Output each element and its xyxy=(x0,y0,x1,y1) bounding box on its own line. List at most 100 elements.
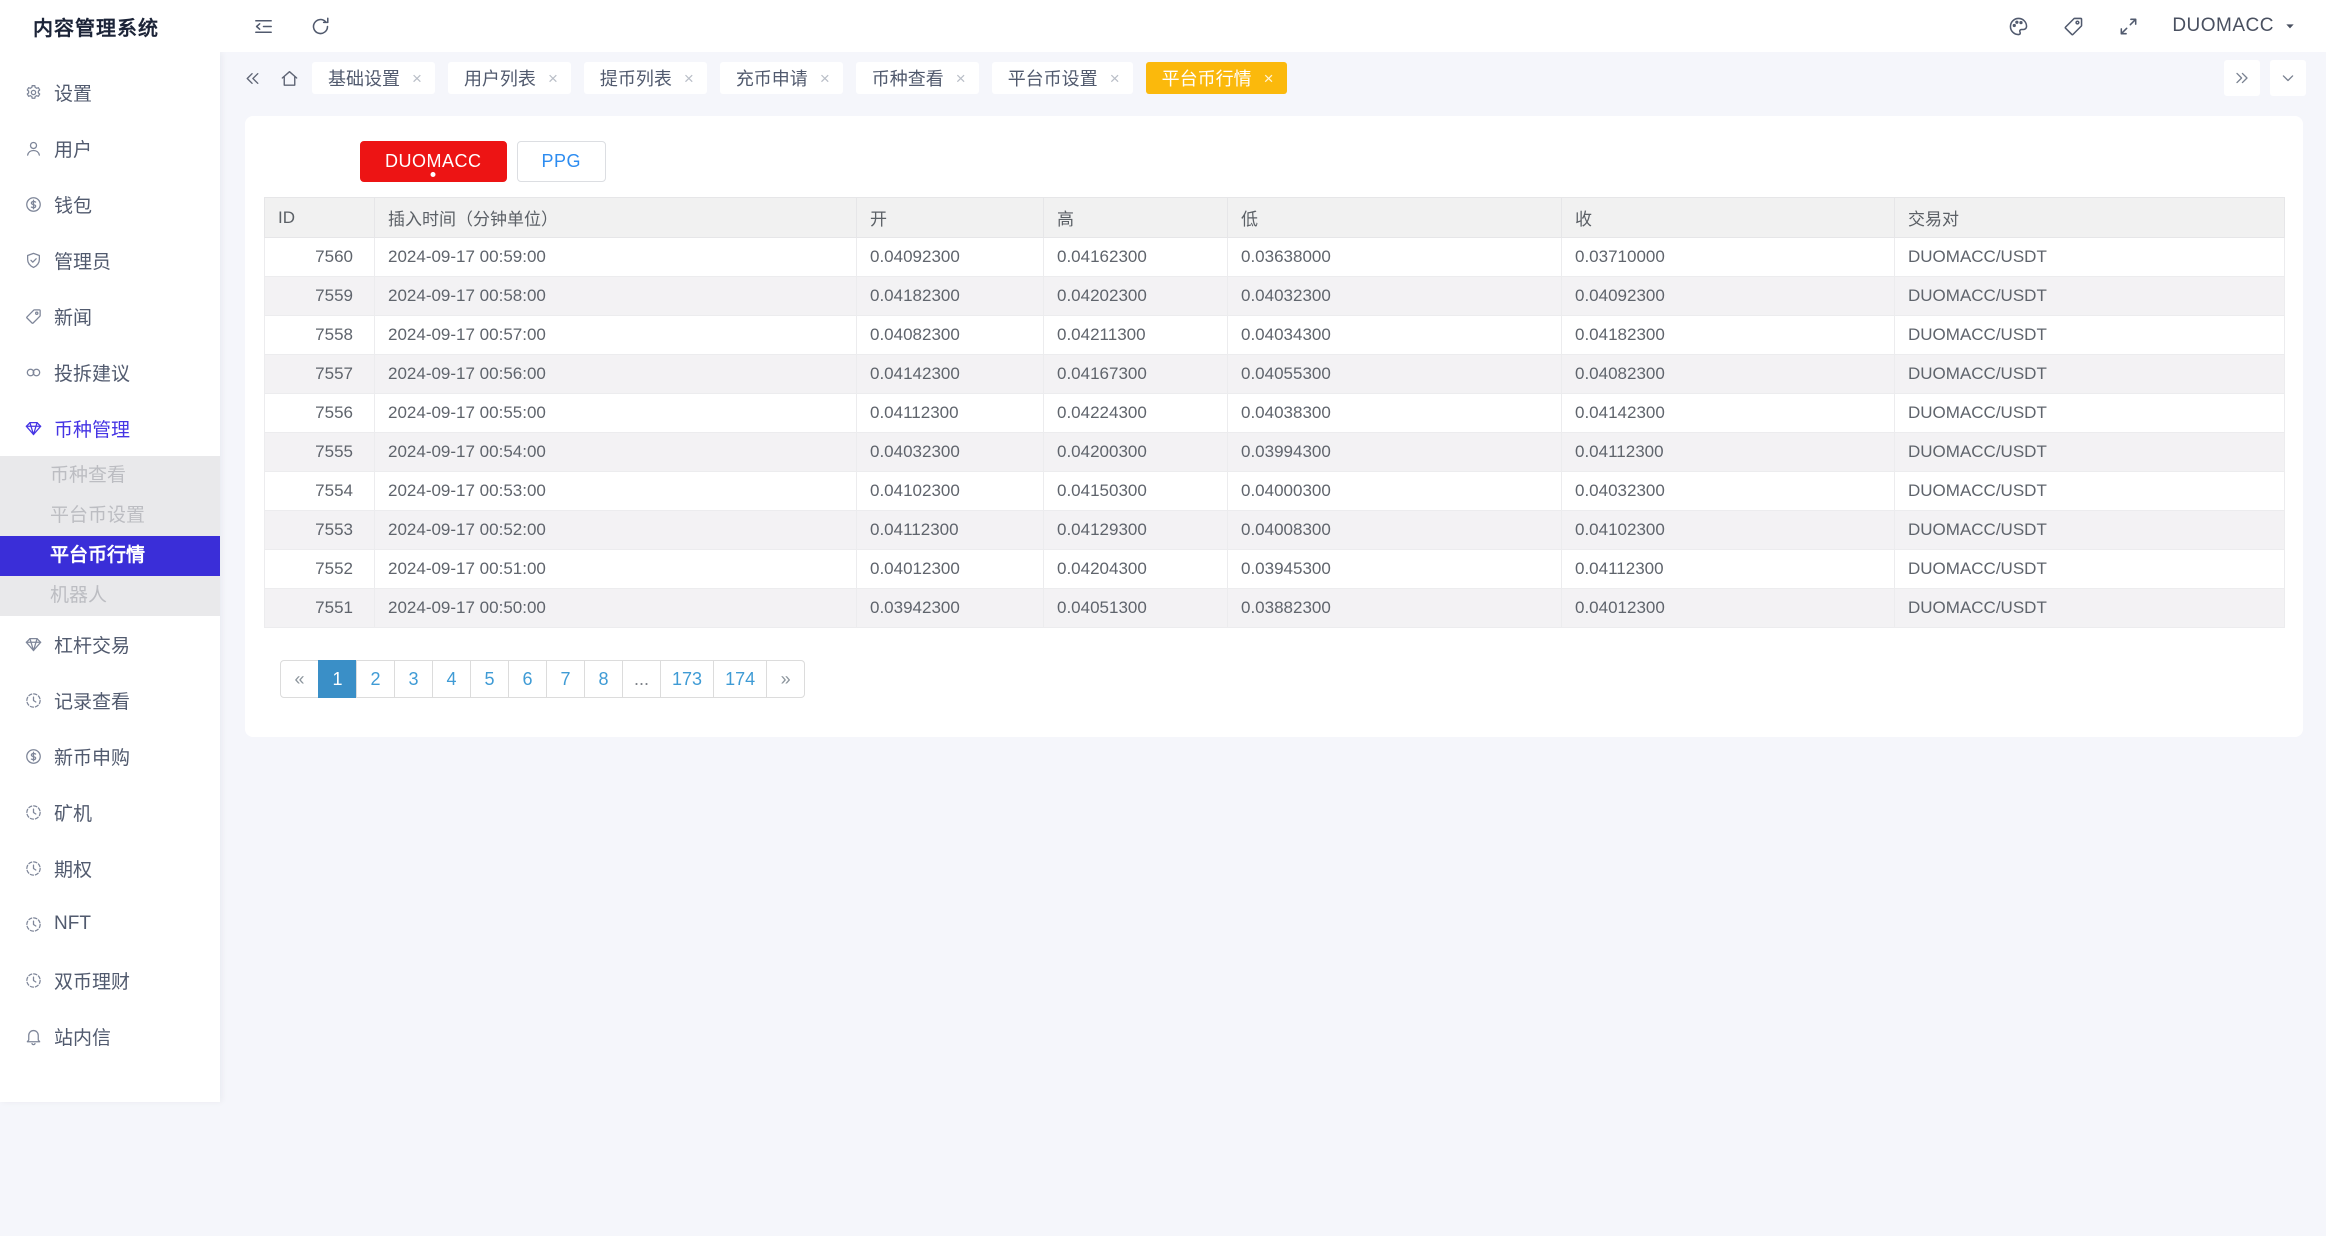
sidebar-subitem[interactable]: 平台币设置 xyxy=(0,496,220,536)
table-cell: DUOMACC/USDT xyxy=(1895,550,2285,589)
tab-item[interactable]: 用户列表× xyxy=(448,62,571,94)
fullscreen-icon[interactable] xyxy=(2117,15,2140,38)
table-cell: 7556 xyxy=(265,394,375,433)
menu-collapse-icon[interactable] xyxy=(252,15,275,38)
sidebar-subitem[interactable]: 平台币行情 xyxy=(0,536,220,576)
table-cell: 0.04032300 xyxy=(1562,472,1895,511)
close-icon[interactable]: × xyxy=(548,70,558,87)
topbar-right: DUOMACC xyxy=(2007,15,2298,38)
sidebar-item[interactable]: 期权 xyxy=(0,840,220,896)
tab-label: 币种查看 xyxy=(872,65,944,91)
table-cell: 2024-09-17 00:57:00 xyxy=(375,316,857,355)
close-icon[interactable]: × xyxy=(820,70,830,87)
sidebar-item[interactable]: 记录查看 xyxy=(0,672,220,728)
table-row: 75512024-09-17 00:50:000.039423000.04051… xyxy=(265,589,2285,628)
table-row: 75552024-09-17 00:54:000.040323000.04200… xyxy=(265,433,2285,472)
sidebar-item[interactable]: 新闻 xyxy=(0,288,220,344)
table-cell: DUOMACC/USDT xyxy=(1895,589,2285,628)
table-cell: 0.04055300 xyxy=(1228,355,1562,394)
pagination-page[interactable]: 1 xyxy=(318,660,357,698)
sidebar-item[interactable]: 设置 xyxy=(0,64,220,120)
table-cell: 0.04034300 xyxy=(1228,316,1562,355)
sidebar-item[interactable]: 钱包 xyxy=(0,176,220,232)
pagination-page[interactable]: 3 xyxy=(394,660,433,698)
tabs-list: 基础设置×用户列表×提币列表×充币申请×币种查看×平台币设置×平台币行情× xyxy=(312,62,2212,94)
sidebar-item[interactable]: 站内信 xyxy=(0,1008,220,1064)
table-cell: 7557 xyxy=(265,355,375,394)
table-cell: 2024-09-17 00:58:00 xyxy=(375,277,857,316)
tab-item[interactable]: 充币申请× xyxy=(720,62,843,94)
table-row: 75592024-09-17 00:58:000.041823000.04202… xyxy=(265,277,2285,316)
gear-icon xyxy=(24,83,43,102)
sidebar-item-label: 用户 xyxy=(54,135,92,162)
close-icon[interactable]: × xyxy=(1110,70,1120,87)
dollar-icon xyxy=(24,747,43,766)
table-cell: 0.04102300 xyxy=(1562,511,1895,550)
sidebar-item[interactable]: 管理员 xyxy=(0,232,220,288)
chevron-double-left-icon[interactable] xyxy=(242,68,263,89)
pagination-page[interactable]: 4 xyxy=(432,660,471,698)
table-cell: DUOMACC/USDT xyxy=(1895,394,2285,433)
home-icon[interactable] xyxy=(279,68,300,89)
pagination-page[interactable]: 174 xyxy=(713,660,767,698)
sidebar-item[interactable]: 杠杆交易 xyxy=(0,616,220,672)
price-tag-icon[interactable] xyxy=(2062,15,2085,38)
table-cell: DUOMACC/USDT xyxy=(1895,472,2285,511)
sidebar-subitem[interactable]: 机器人 xyxy=(0,576,220,616)
table-cell: 0.04129300 xyxy=(1044,511,1228,550)
close-icon[interactable]: × xyxy=(684,70,694,87)
sidebar-item[interactable]: 矿机 xyxy=(0,784,220,840)
shield-icon xyxy=(24,251,43,270)
pagination-ellipsis[interactable]: ... xyxy=(622,660,661,698)
sidebar-item[interactable]: 新币申购 xyxy=(0,728,220,784)
sidebar-item-label: 币种管理 xyxy=(54,415,130,442)
table-header-cell: 交易对 xyxy=(1895,198,2285,238)
table-cell: 0.04142300 xyxy=(1562,394,1895,433)
tab-item[interactable]: 基础设置× xyxy=(312,62,435,94)
tab-item[interactable]: 平台币设置× xyxy=(992,62,1133,94)
table-cell: 0.04051300 xyxy=(1044,589,1228,628)
table-cell: 0.03710000 xyxy=(1562,238,1895,277)
chevron-down-button[interactable] xyxy=(2270,60,2306,96)
pagination-page[interactable]: 2 xyxy=(356,660,395,698)
sidebar-item[interactable]: 用户 xyxy=(0,120,220,176)
chevron-double-right-button[interactable] xyxy=(2224,60,2260,96)
close-icon[interactable]: × xyxy=(412,70,422,87)
close-icon[interactable]: × xyxy=(956,70,966,87)
sidebar-item[interactable]: 投拆建议 xyxy=(0,344,220,400)
pagination-page[interactable]: 6 xyxy=(508,660,547,698)
sidebar-item-label: 设置 xyxy=(54,79,92,106)
table-cell: 0.04038300 xyxy=(1228,394,1562,433)
table-cell: 0.04012300 xyxy=(857,550,1044,589)
sidebar-item[interactable]: 双币理财 xyxy=(0,952,220,1008)
sidebar-item[interactable]: 币种管理 xyxy=(0,400,220,456)
table-body: 75602024-09-17 00:59:000.040923000.04162… xyxy=(265,238,2285,628)
app-title: 内容管理系统 xyxy=(33,18,159,40)
table-cell: 0.04112300 xyxy=(1562,550,1895,589)
pagination-page[interactable]: 5 xyxy=(470,660,509,698)
content-card: DUOMACCPPG ID插入时间（分钟单位）开高低收交易对 75602024-… xyxy=(245,116,2303,737)
pagination-prev[interactable]: « xyxy=(280,660,319,698)
pagination-page[interactable]: 8 xyxy=(584,660,623,698)
sidebar-subitem[interactable]: 币种查看 xyxy=(0,456,220,496)
palette-icon[interactable] xyxy=(2007,15,2030,38)
pagination-page[interactable]: 7 xyxy=(546,660,585,698)
pagination-page[interactable]: 173 xyxy=(660,660,714,698)
close-icon[interactable]: × xyxy=(1264,70,1274,87)
coin-button[interactable]: PPG xyxy=(517,141,607,182)
tab-item[interactable]: 提币列表× xyxy=(584,62,707,94)
table-cell: 7560 xyxy=(265,238,375,277)
pagination-next[interactable]: » xyxy=(766,660,805,698)
refresh-icon[interactable] xyxy=(309,15,332,38)
sidebar-item-label: 投拆建议 xyxy=(54,359,130,386)
tabs-left-icons xyxy=(242,68,300,89)
tab-item[interactable]: 平台币行情× xyxy=(1146,62,1287,94)
user-dropdown[interactable]: DUOMACC xyxy=(2172,15,2298,37)
coin-button[interactable]: DUOMACC xyxy=(360,141,507,182)
table-header-cell: ID xyxy=(265,198,375,238)
history-icon xyxy=(24,915,43,934)
table-cell: 2024-09-17 00:52:00 xyxy=(375,511,857,550)
tab-item[interactable]: 币种查看 × xyxy=(856,62,979,94)
sidebar-item[interactable]: NFT xyxy=(0,896,220,952)
table-cell: 7558 xyxy=(265,316,375,355)
